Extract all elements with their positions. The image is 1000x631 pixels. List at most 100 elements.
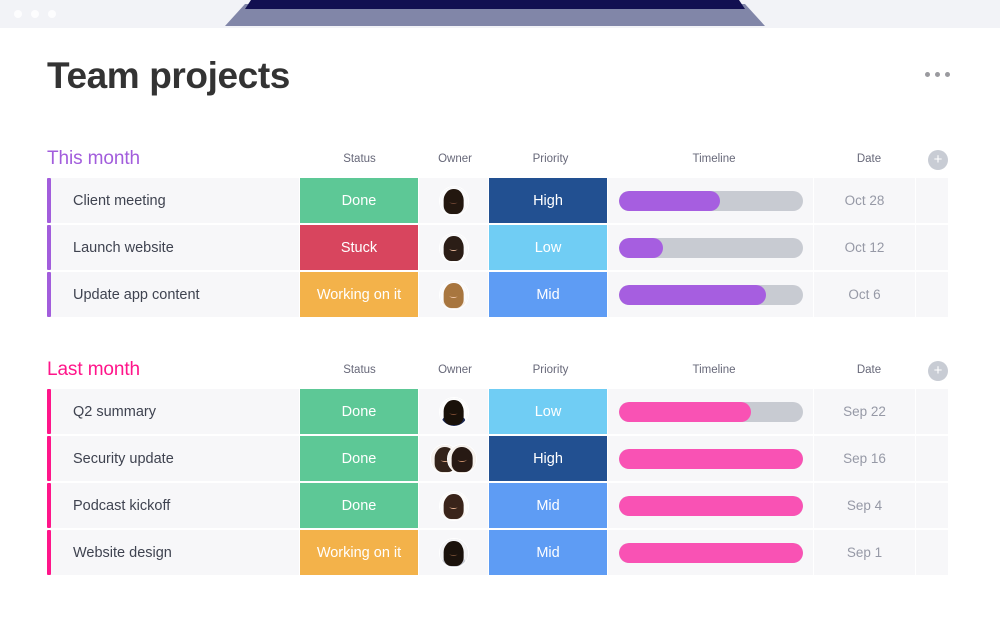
cell-priority[interactable]: High xyxy=(489,178,608,223)
cell-trailing xyxy=(916,530,948,575)
group-header: This month Status Owner Priority Timelin… xyxy=(0,148,1000,178)
group-this-month: This month Status Owner Priority Timelin… xyxy=(0,148,1000,319)
cell-trailing xyxy=(916,225,948,270)
cell-status[interactable]: Done xyxy=(300,178,419,223)
avatar[interactable] xyxy=(438,537,469,568)
cell-owner[interactable] xyxy=(419,178,489,223)
table-row[interactable]: Client meeting Done High Oct 28 xyxy=(0,178,1000,225)
cell-priority[interactable]: Mid xyxy=(489,272,608,317)
group-rows: Q2 summary Done Low Sep 22 Security update Do… xyxy=(0,389,1000,577)
cell-status[interactable]: Done xyxy=(300,389,419,434)
cell-item-name[interactable]: Update app content xyxy=(51,272,300,317)
cell-timeline[interactable] xyxy=(608,483,814,528)
avatar[interactable] xyxy=(438,279,469,310)
cell-timeline[interactable] xyxy=(608,272,814,317)
timeline-track xyxy=(618,448,803,469)
column-header-owner[interactable]: Owner xyxy=(420,364,490,376)
cell-owner[interactable] xyxy=(419,530,489,575)
cell-trailing xyxy=(916,178,948,223)
kebab-dot xyxy=(925,72,930,77)
timeline-fill xyxy=(618,448,803,469)
cell-date[interactable]: Sep 1 xyxy=(814,530,916,575)
cell-owner[interactable] xyxy=(419,436,489,481)
avatar[interactable] xyxy=(438,232,469,263)
kebab-menu-icon[interactable] xyxy=(921,66,954,83)
avatar[interactable] xyxy=(438,490,469,521)
column-header-timeline[interactable]: Timeline xyxy=(611,364,817,376)
cell-date[interactable]: Oct 12 xyxy=(814,225,916,270)
cell-priority[interactable]: Low xyxy=(489,225,608,270)
avatar[interactable] xyxy=(438,185,469,216)
window-controls[interactable] xyxy=(14,10,56,18)
close-icon[interactable] xyxy=(14,10,22,18)
cell-date[interactable]: Oct 28 xyxy=(814,178,916,223)
cell-status[interactable]: Stuck xyxy=(300,225,419,270)
cell-priority[interactable]: Mid xyxy=(489,483,608,528)
cell-date[interactable]: Sep 22 xyxy=(814,389,916,434)
row-inner: Podcast kickoff Done Mid Sep 4 xyxy=(47,483,948,528)
timeline-track xyxy=(618,237,803,258)
column-header-timeline[interactable]: Timeline xyxy=(611,153,817,165)
cell-priority[interactable]: Low xyxy=(489,389,608,434)
cell-timeline[interactable] xyxy=(608,389,814,434)
table-row[interactable]: Launch website Stuck Low Oct 12 xyxy=(0,225,1000,272)
timeline-fill xyxy=(618,284,766,305)
cell-date[interactable]: Oct 6 xyxy=(814,272,916,317)
timeline-fill xyxy=(618,190,720,211)
column-header-status[interactable]: Status xyxy=(300,364,419,376)
cell-item-name[interactable]: Website design xyxy=(51,530,300,575)
cell-date[interactable]: Sep 4 xyxy=(814,483,916,528)
cell-item-name[interactable]: Q2 summary xyxy=(51,389,300,434)
column-header-date[interactable]: Date xyxy=(818,153,920,165)
maximize-icon[interactable] xyxy=(48,10,56,18)
cell-trailing xyxy=(916,389,948,434)
timeline-track xyxy=(618,401,803,422)
cell-timeline[interactable] xyxy=(608,436,814,481)
cell-timeline[interactable] xyxy=(608,530,814,575)
cell-item-name[interactable]: Launch website xyxy=(51,225,300,270)
row-inner: Update app content Working on it Mid Oct 6 xyxy=(47,272,948,317)
table-row[interactable]: Update app content Working on it Mid Oct 6 xyxy=(0,272,1000,319)
timeline-fill xyxy=(618,401,751,422)
cell-owner[interactable] xyxy=(419,483,489,528)
avatar-stack xyxy=(438,490,469,521)
cell-timeline[interactable] xyxy=(608,178,814,223)
avatar[interactable] xyxy=(447,443,477,474)
cell-status[interactable]: Done xyxy=(300,436,419,481)
column-header-priority[interactable]: Priority xyxy=(491,364,610,376)
column-header-status[interactable]: Status xyxy=(300,153,419,165)
cell-priority[interactable]: High xyxy=(489,436,608,481)
add-column-button[interactable]: + xyxy=(928,150,948,170)
add-column-button[interactable]: + xyxy=(928,361,948,381)
table-row[interactable]: Website design Working on it Mid Sep 1 xyxy=(0,530,1000,577)
cell-status[interactable]: Working on it xyxy=(300,272,419,317)
window-title-bar xyxy=(0,0,1000,28)
table-row[interactable]: Podcast kickoff Done Mid Sep 4 xyxy=(0,483,1000,530)
cell-item-name[interactable]: Client meeting xyxy=(51,178,300,223)
cell-item-name[interactable]: Security update xyxy=(51,436,300,481)
avatar[interactable] xyxy=(438,396,469,427)
cell-trailing xyxy=(916,272,948,317)
cell-date[interactable]: Sep 16 xyxy=(814,436,916,481)
minimize-icon[interactable] xyxy=(31,10,39,18)
cell-owner[interactable] xyxy=(419,272,489,317)
cell-trailing xyxy=(916,483,948,528)
group-title[interactable]: This month xyxy=(47,148,140,170)
cell-owner[interactable] xyxy=(419,389,489,434)
table-row[interactable]: Security update Done High Sep 16 xyxy=(0,436,1000,483)
cell-priority[interactable]: Mid xyxy=(489,530,608,575)
group-rows: Client meeting Done High Oct 28 Launch websi… xyxy=(0,178,1000,319)
column-header-date[interactable]: Date xyxy=(818,364,920,376)
column-header-owner[interactable]: Owner xyxy=(420,153,490,165)
cell-status[interactable]: Done xyxy=(300,483,419,528)
group-title[interactable]: Last month xyxy=(47,359,140,381)
cell-item-name[interactable]: Podcast kickoff xyxy=(51,483,300,528)
cell-status[interactable]: Working on it xyxy=(300,530,419,575)
timeline-track xyxy=(618,495,803,516)
column-header-priority[interactable]: Priority xyxy=(491,153,610,165)
app-window: Team projects This month Status Owner Pr… xyxy=(0,0,1000,631)
table-row[interactable]: Q2 summary Done Low Sep 22 xyxy=(0,389,1000,436)
cell-timeline[interactable] xyxy=(608,225,814,270)
cell-owner[interactable] xyxy=(419,225,489,270)
avatar-stack xyxy=(438,232,469,263)
